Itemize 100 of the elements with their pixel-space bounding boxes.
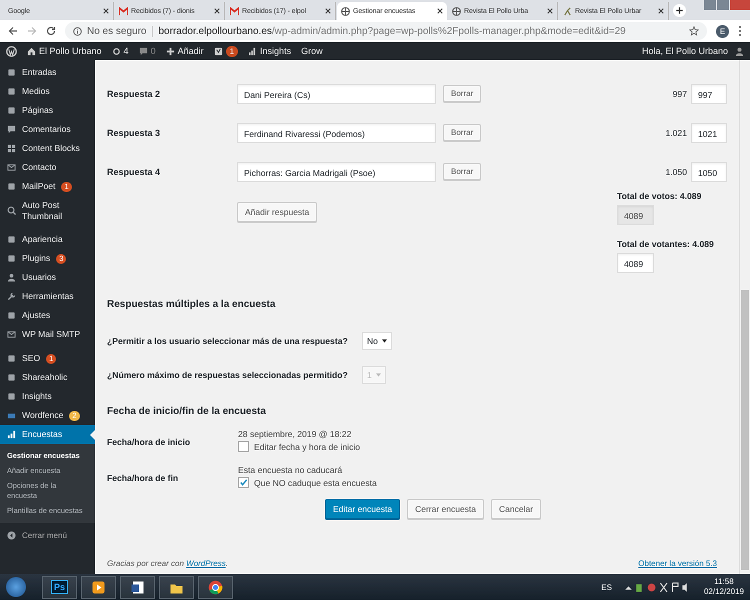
votes-input[interactable]: 1021 <box>691 122 727 142</box>
sidebar-item[interactable]: Medios <box>0 82 95 101</box>
sidebar-item[interactable]: Herramientas <box>0 287 95 306</box>
add-new-link[interactable]: Añadir <box>166 46 204 56</box>
photoshop-icon: Ps <box>50 580 68 594</box>
wordpress-logo-icon[interactable] <box>6 46 17 56</box>
date-label: Fecha/hora de fin <box>107 473 180 483</box>
menu-item-icon <box>7 330 16 339</box>
play-icon <box>91 580 106 594</box>
checkbox-label[interactable]: Editar fecha y hora de inicio <box>254 442 360 452</box>
date-label: Fecha/hora de inicio <box>107 437 192 447</box>
vote-count: 1.021 <box>665 128 687 138</box>
answer-input[interactable]: Pichorras: Garcia Madrigali (Psoe) <box>237 162 436 182</box>
date-text: 28 septiembre, 2019 @ 18:22 <box>238 429 352 439</box>
answer-input[interactable]: Ferdinand Rivaressi (Podemos) <box>237 122 436 142</box>
star-icon[interactable] <box>689 26 699 36</box>
site-link[interactable]: El Pollo Urbano <box>27 46 102 56</box>
comments-link[interactable]: 0 <box>138 46 156 56</box>
sidebar-item[interactable]: Comentarios <box>0 120 95 139</box>
caret-icon <box>376 373 381 377</box>
taskbar-app[interactable] <box>81 576 116 598</box>
close-icon[interactable] <box>547 8 553 14</box>
answer-input[interactable]: Dani Pereira (Cs) <box>237 84 436 104</box>
menu-item-icon <box>7 206 16 215</box>
grow-link[interactable]: Grow <box>301 46 323 56</box>
menu-item-icon <box>7 87 16 96</box>
footer-text: Gracias por crear con WordPress. <box>107 559 228 568</box>
menu-item-icon <box>7 392 16 401</box>
sidebar-item[interactable]: Shareaholic <box>0 368 95 387</box>
menu-item-icon <box>7 106 16 115</box>
delete-button[interactable]: Borrar <box>443 85 482 102</box>
total-voters-label: Total de votantes: 4.089 <box>617 239 715 249</box>
taskbar-app[interactable] <box>120 576 155 598</box>
start-button[interactable] <box>6 577 26 597</box>
total-voters-input[interactable]: 4089 <box>617 253 654 273</box>
dropdown[interactable]: No <box>362 332 392 350</box>
taskbar-app[interactable]: Ps <box>42 576 77 598</box>
caret-icon <box>382 339 387 343</box>
close-icon[interactable] <box>437 8 443 14</box>
wordpress-link[interactable]: WordPress <box>186 559 226 568</box>
section-heading: Respuestas múltiples a la encuesta <box>107 299 276 310</box>
sidebar-item[interactable]: Páginas <box>0 101 95 120</box>
close-icon[interactable] <box>325 8 331 14</box>
reload-icon[interactable] <box>46 26 56 36</box>
profile-avatar[interactable]: E <box>716 24 729 38</box>
taskbar-app[interactable] <box>198 576 233 598</box>
close-icon[interactable] <box>103 8 109 14</box>
checkbox[interactable] <box>238 477 249 488</box>
taskbar-app[interactable] <box>159 576 194 598</box>
action-button[interactable]: Editar encuesta <box>325 499 400 519</box>
menu-item-icon <box>7 163 16 172</box>
add-answer-button[interactable]: Añadir respuesta <box>237 202 318 222</box>
user-icon <box>735 46 744 56</box>
sidebar-item[interactable]: Encuestas <box>0 425 95 444</box>
question-label: ¿Número máximo de respuestas seleccionadas permitido? <box>107 370 349 380</box>
mail-icon <box>230 6 239 16</box>
vote-count: 1.050 <box>665 166 687 176</box>
answer-label: Respuesta 2 <box>107 88 162 98</box>
globe-icon <box>452 6 461 16</box>
delete-button[interactable]: Borrar <box>443 163 482 180</box>
checkbox-label[interactable]: Que NO caduque esta encuesta <box>254 478 377 488</box>
new-tab-icon[interactable] <box>673 4 686 17</box>
checkbox[interactable] <box>238 441 249 452</box>
sidebar-item[interactable]: Ajustes <box>0 306 95 325</box>
votes-input[interactable]: 1050 <box>691 162 727 182</box>
back-icon[interactable] <box>8 26 18 36</box>
action-button[interactable]: Cancelar <box>491 499 542 519</box>
clock[interactable]: 11:58 02/12/2019 <box>704 577 744 597</box>
action-button[interactable]: Cerrar encuesta <box>407 499 484 519</box>
mail-icon <box>119 6 128 16</box>
collapse-menu-button[interactable]: Cerrar menú <box>0 528 95 543</box>
language-indicator[interactable]: ES <box>601 582 612 592</box>
sidebar-item[interactable]: Entradas <box>0 63 95 82</box>
sidebar-item[interactable]: Usuarios <box>0 268 95 287</box>
menu-icon[interactable] <box>738 25 742 37</box>
close-icon[interactable] <box>214 8 220 14</box>
updates-link[interactable]: 4 <box>112 46 129 56</box>
menu-item-icon <box>7 144 16 153</box>
seo-menu[interactable]: 1 <box>214 46 238 56</box>
menu-item-icon <box>7 430 16 439</box>
close-icon[interactable] <box>658 8 664 14</box>
notification-badge: 1 <box>226 46 238 56</box>
votes-input[interactable]: 997 <box>691 84 727 104</box>
sidebar-item[interactable]: Content Blocks <box>0 139 95 158</box>
scrollbar-thumb[interactable] <box>741 290 749 570</box>
sidebar-item[interactable]: Auto Post Thumbnail <box>0 196 95 225</box>
info-icon <box>73 26 82 36</box>
sidebar-item[interactable]: Contacto <box>0 158 95 177</box>
sidebar-item[interactable]: WP Mail SMTP <box>0 325 95 344</box>
security-label: No es seguro <box>87 26 154 36</box>
delete-button[interactable]: Borrar <box>443 124 482 141</box>
account-menu[interactable]: Hola, El Pollo Urbano <box>642 46 744 56</box>
menu-item-icon <box>7 182 16 191</box>
update-version-link[interactable]: Obtener la versión 5.3 <box>638 559 717 568</box>
sidebar-item[interactable]: Apariencia <box>0 230 95 249</box>
address-field[interactable]: No es seguro borrador.elpollourbano.es/wp-admin/admin.php?page=wp-polls%2Fpolls-manager.php&mode=edit&id=29 <box>65 22 707 40</box>
menu-item-icon <box>7 68 16 77</box>
window-controls-icon[interactable] <box>704 0 750 10</box>
insights-link[interactable]: Insights <box>248 46 292 56</box>
sidebar-item[interactable]: Insights <box>0 387 95 406</box>
